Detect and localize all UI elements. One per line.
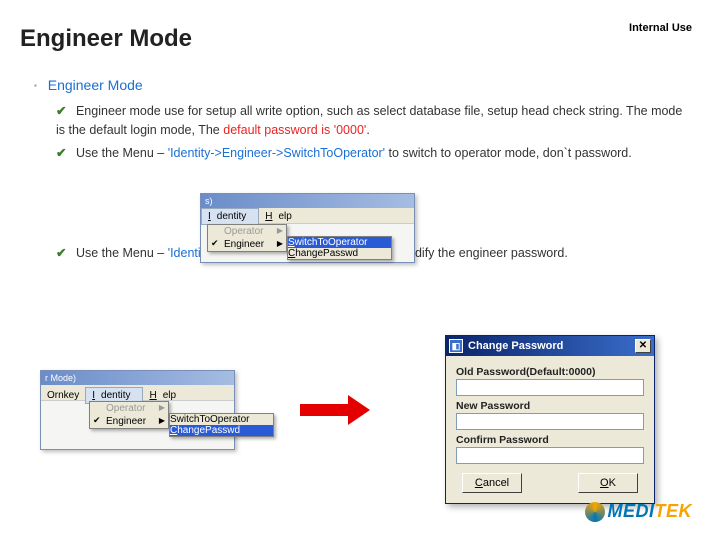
bullet-3-pre: Use the Menu – bbox=[76, 246, 168, 260]
engineer-submenu: SwitchToOperator ChangePasswd bbox=[287, 236, 392, 260]
identity-dropdown: Operator▶ ✔Engineer▶ bbox=[89, 401, 169, 429]
dropdown-operator[interactable]: Operator▶ bbox=[90, 402, 168, 415]
chevron-right-icon: ▶ bbox=[159, 403, 165, 412]
menu-identity[interactable]: Identity bbox=[201, 208, 259, 225]
mediatek-logo: MEDITEK bbox=[585, 501, 693, 522]
screenshot-switch-menu: s) IdentityHelp Operator▶ ✔Engineer▶ Swi… bbox=[200, 193, 415, 263]
square-bullet-icon: ▪ bbox=[34, 81, 37, 90]
bullet-2-pre: Use the Menu – bbox=[76, 146, 168, 160]
new-password-label: New Password bbox=[456, 400, 644, 412]
check-icon: ✔ bbox=[93, 415, 101, 426]
bullet-1-red: default password is '0000' bbox=[223, 123, 366, 137]
check-icon: ✔ bbox=[56, 246, 66, 260]
engineer-submenu: SwitchToOperator ChangePasswd bbox=[169, 413, 274, 437]
check-icon: ✔ bbox=[56, 146, 66, 160]
section-heading: ▪ Engineer Mode bbox=[34, 75, 684, 97]
menubar: IdentityHelp bbox=[201, 208, 414, 224]
chevron-right-icon: ▶ bbox=[277, 226, 283, 235]
menu-help[interactable]: Help bbox=[259, 209, 304, 224]
classification-label: Internal Use bbox=[629, 22, 692, 34]
dropdown-engineer[interactable]: ✔Engineer▶ bbox=[208, 238, 286, 251]
bullet-1: ✔ Engineer mode use for setup all write … bbox=[56, 102, 684, 141]
close-button[interactable]: ✕ bbox=[635, 339, 651, 353]
logo-swirl-icon bbox=[585, 502, 605, 522]
dropdown-engineer[interactable]: ✔Engineer▶ bbox=[90, 415, 168, 428]
section-heading-text: Engineer Mode bbox=[48, 77, 143, 93]
bullet-1-post: . bbox=[366, 123, 369, 137]
identity-dropdown: Operator▶ ✔Engineer▶ bbox=[207, 224, 287, 252]
menubar: OrnkeyIdentityHelp bbox=[41, 385, 234, 401]
check-icon: ✔ bbox=[211, 238, 219, 249]
dialog-titlebar: ◧ Change Password ✕ bbox=[446, 336, 654, 356]
dialog-title: Change Password bbox=[468, 340, 563, 352]
old-password-label: Old Password(Default:0000) bbox=[456, 366, 644, 378]
bullet-2-path: 'Identity->Engineer->SwitchToOperator' bbox=[168, 146, 385, 160]
red-arrow-icon bbox=[300, 395, 380, 425]
change-password-dialog: ◧ Change Password ✕ Old Password(Default… bbox=[445, 335, 655, 504]
check-icon: ✔ bbox=[56, 104, 66, 118]
dialog-body: Old Password(Default:0000) New Password … bbox=[446, 356, 654, 503]
submenu-switchtooperator[interactable]: SwitchToOperator bbox=[170, 414, 273, 425]
submenu-switchtooperator[interactable]: SwitchToOperator bbox=[288, 237, 391, 248]
window-title-fragment: r Mode) bbox=[41, 371, 234, 385]
chevron-right-icon: ▶ bbox=[159, 416, 165, 425]
menu-ornkey[interactable]: Ornkey bbox=[41, 389, 85, 402]
cancel-button[interactable]: Cancel bbox=[462, 473, 522, 493]
old-password-input[interactable] bbox=[456, 379, 644, 396]
new-password-input[interactable] bbox=[456, 413, 644, 430]
submenu-changepasswd[interactable]: ChangePasswd bbox=[170, 425, 273, 436]
dropdown-operator[interactable]: Operator▶ bbox=[208, 225, 286, 238]
page-title: Engineer Mode bbox=[20, 25, 192, 53]
app-icon: ◧ bbox=[449, 339, 463, 353]
bullet-2-post: to switch to operator mode, don`t passwo… bbox=[385, 146, 632, 160]
confirm-password-input[interactable] bbox=[456, 447, 644, 464]
window-title-fragment: s) bbox=[201, 194, 414, 208]
chevron-right-icon: ▶ bbox=[277, 239, 283, 248]
screenshot-changepasswd-menu: r Mode) OrnkeyIdentityHelp Operator▶ ✔En… bbox=[40, 370, 235, 450]
logo-text-1: MEDI bbox=[608, 501, 655, 522]
confirm-password-label: Confirm Password bbox=[456, 434, 644, 446]
logo-text-2: TEK bbox=[655, 501, 693, 522]
ok-button[interactable]: OK bbox=[578, 473, 638, 493]
bullet-2: ✔ Use the Menu – 'Identity->Engineer->Sw… bbox=[56, 144, 684, 163]
submenu-changepasswd[interactable]: ChangePasswd bbox=[288, 248, 391, 259]
